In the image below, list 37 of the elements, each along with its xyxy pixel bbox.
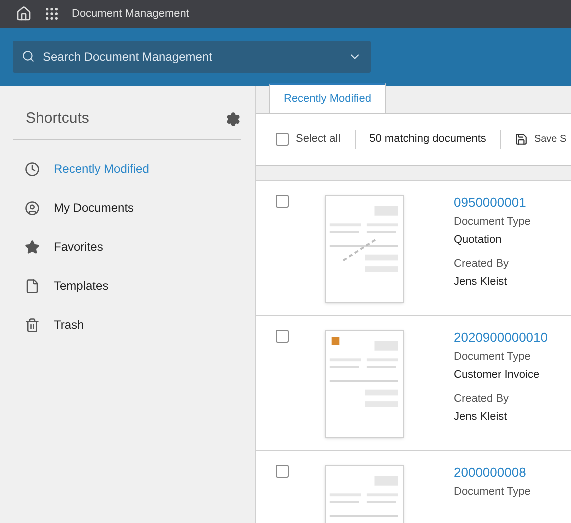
app-title: Document Management [72, 6, 190, 22]
select-all-checkbox[interactable] [276, 133, 289, 146]
field-label: Document Type [454, 350, 532, 365]
star-icon [25, 240, 40, 254]
field-value: Jens Kleist [454, 410, 508, 425]
tab[interactable]: Recently Modified [269, 83, 386, 113]
file-icon [25, 278, 40, 294]
field-label: Document Type [454, 215, 531, 230]
search-field[interactable]: Search Document Management [13, 41, 371, 73]
settings-icon[interactable] [226, 112, 241, 127]
document-number-link[interactable]: 2000000008 [454, 465, 531, 481]
document-number-link[interactable]: 2020900000010 [454, 330, 548, 346]
field-label: Document Type [454, 485, 531, 500]
field-value: Jens Kleist [454, 275, 508, 290]
row-checkbox[interactable] [276, 465, 289, 478]
field-value: Customer Invoice [454, 368, 541, 383]
document-number-link[interactable]: 0950000001 [454, 195, 531, 211]
app-grid-icon[interactable] [44, 6, 60, 22]
shortcut-item[interactable]: Templates [13, 266, 241, 306]
field-label: Created By [454, 257, 510, 272]
select-all-label[interactable]: Select all [296, 131, 341, 148]
shortcut-item[interactable]: My Documents [13, 188, 241, 228]
user-icon [25, 200, 40, 216]
clock-icon [25, 162, 40, 176]
document-count: 50 matching documents [370, 132, 486, 148]
save-icon [515, 133, 528, 146]
field-value: Quotation [454, 233, 503, 248]
shortcut-item[interactable]: Trash [13, 306, 241, 344]
save-search-button[interactable]: Save S [515, 132, 567, 147]
row-checkbox[interactable] [276, 195, 289, 208]
shortcut-item[interactable]: Favorites [13, 228, 241, 266]
row-checkbox[interactable] [276, 330, 289, 343]
search-icon [22, 50, 35, 63]
field-label: Created By [454, 392, 510, 407]
shortcuts-title: Shortcuts [26, 109, 90, 129]
home-icon[interactable] [16, 6, 32, 22]
trash-icon [25, 318, 40, 332]
